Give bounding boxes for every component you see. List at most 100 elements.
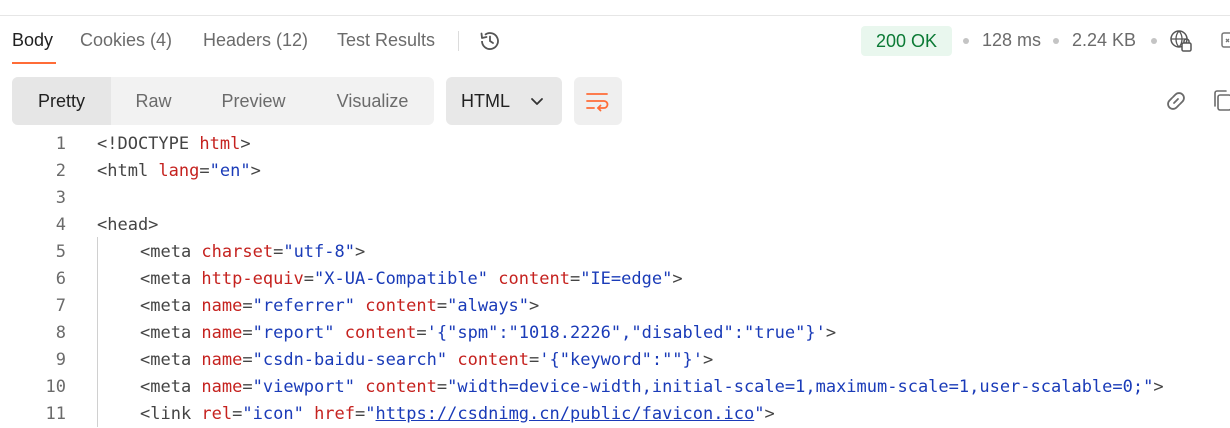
code-token: content bbox=[365, 377, 437, 397]
code-token: <meta bbox=[140, 269, 202, 289]
code-text: <!DOCTYPE html> bbox=[97, 131, 251, 158]
separator-dot bbox=[1053, 38, 1059, 44]
line-number: 7 bbox=[55, 296, 66, 316]
status-badge[interactable]: 200 OK bbox=[861, 26, 952, 56]
code-line: 10 <meta name="viewport" content="width=d… bbox=[0, 374, 1230, 401]
format-select[interactable]: HTML bbox=[446, 77, 562, 125]
view-mode-raw[interactable]: Raw bbox=[111, 77, 196, 125]
code-token: content bbox=[498, 269, 570, 289]
code-token: content bbox=[457, 350, 529, 370]
code-text: <link rel="icon" href="https://csdnimg.c… bbox=[140, 401, 775, 428]
top-divider bbox=[0, 15, 1230, 16]
code-token: <!DOCTYPE bbox=[97, 134, 200, 154]
code-line: 9 <meta name="csdn-baidu-search" content=… bbox=[0, 347, 1230, 374]
line-number: 10 bbox=[45, 377, 66, 397]
code-token: name bbox=[201, 296, 243, 316]
code-token: <meta bbox=[140, 377, 202, 397]
line-number: 4 bbox=[55, 215, 66, 235]
code-token: > bbox=[672, 269, 683, 289]
code-token: "referrer" bbox=[252, 296, 355, 316]
code-text: <meta name="viewport" content="width=dev… bbox=[140, 374, 1164, 401]
code-line: 8 <meta name="report" content='{"spm":"10… bbox=[0, 320, 1230, 347]
code-viewer[interactable]: 1 <!DOCTYPE html> 2 <html lang="en"> 3 4 <head… bbox=[0, 131, 1230, 428]
code-token: > bbox=[250, 161, 261, 181]
code-line: 6 <meta http-equiv="X-UA-Compatible" cont… bbox=[0, 266, 1230, 293]
code-token: = bbox=[436, 296, 448, 316]
code-line: 3 bbox=[0, 185, 1230, 212]
code-token: = bbox=[232, 404, 243, 424]
code-line: 5 <meta charset="utf-8"> bbox=[0, 239, 1230, 266]
code-token: content bbox=[365, 296, 437, 316]
line-number: 8 bbox=[55, 323, 66, 343]
tab-headers[interactable]: Headers (12) bbox=[203, 30, 308, 51]
code-token: = bbox=[242, 377, 253, 397]
code-token: = bbox=[199, 161, 210, 181]
code-line: 4 <head> bbox=[0, 212, 1230, 239]
code-token: = bbox=[569, 269, 581, 289]
code-token: "always" bbox=[447, 296, 530, 316]
response-time[interactable]: 128 ms bbox=[982, 30, 1041, 51]
code-token: = bbox=[355, 404, 366, 424]
code-link[interactable]: https://csdnimg.cn/public/favicon.ico bbox=[376, 404, 755, 424]
separator-dot bbox=[1151, 38, 1157, 44]
code-token: lang bbox=[158, 161, 200, 181]
code-token: rel bbox=[201, 404, 233, 424]
link-icon[interactable] bbox=[1164, 89, 1188, 113]
code-token: '{"spm":"1018.2226","disabled":"true"}' bbox=[426, 323, 826, 343]
code-text: <meta charset="utf-8"> bbox=[140, 239, 365, 266]
code-token: "report" bbox=[252, 323, 335, 343]
line-number: 9 bbox=[55, 350, 66, 370]
globe-lock-icon[interactable] bbox=[1169, 29, 1193, 53]
code-token: href bbox=[314, 404, 356, 424]
code-token: '{"keyword":""}' bbox=[539, 350, 704, 370]
code-token: = bbox=[242, 296, 253, 316]
code-line: 1 <!DOCTYPE html> bbox=[0, 131, 1230, 158]
code-token: <link bbox=[140, 404, 202, 424]
code-token: = bbox=[436, 377, 448, 397]
code-token: <meta bbox=[140, 242, 202, 262]
view-mode-pretty[interactable]: Pretty bbox=[12, 77, 111, 125]
code-text: <html lang="en"> bbox=[97, 158, 261, 185]
code-token: "viewport" bbox=[252, 377, 355, 397]
code-token: <html bbox=[97, 161, 159, 181]
response-size[interactable]: 2.24 KB bbox=[1072, 30, 1136, 51]
line-number: 1 bbox=[55, 134, 66, 154]
separator-dot bbox=[963, 38, 969, 44]
tab-divider bbox=[458, 31, 459, 51]
code-token: " bbox=[754, 404, 765, 424]
code-token: <head> bbox=[97, 215, 159, 235]
code-token: http-equiv bbox=[201, 269, 304, 289]
code-token: = bbox=[416, 323, 427, 343]
code-token: " bbox=[365, 404, 376, 424]
code-token: charset bbox=[201, 242, 274, 262]
wrap-lines-button[interactable] bbox=[574, 77, 622, 125]
code-token: <meta bbox=[140, 323, 202, 343]
code-token: = bbox=[529, 350, 540, 370]
tab-test-results[interactable]: Test Results bbox=[337, 30, 435, 51]
code-line: 7 <meta name="referrer" content="always"> bbox=[0, 293, 1230, 320]
code-line: 11 <link rel="icon" href="https://csdnimg… bbox=[0, 401, 1230, 428]
view-mode-visualize[interactable]: Visualize bbox=[311, 77, 434, 125]
code-text: <meta http-equiv="X-UA-Compatible" conte… bbox=[140, 266, 683, 293]
tab-active-indicator bbox=[12, 62, 56, 64]
code-token: > bbox=[529, 296, 540, 316]
copy-icon[interactable] bbox=[1210, 88, 1230, 114]
history-icon[interactable] bbox=[477, 28, 503, 54]
code-line: 2 <html lang="en"> bbox=[0, 158, 1230, 185]
code-token: <meta bbox=[140, 296, 202, 316]
code-token: html bbox=[199, 134, 241, 154]
code-token: = bbox=[242, 350, 253, 370]
line-number: 11 bbox=[45, 404, 66, 424]
code-token: > bbox=[354, 242, 366, 262]
view-mode-preview[interactable]: Preview bbox=[196, 77, 311, 125]
window-icon[interactable] bbox=[1220, 30, 1230, 50]
code-token: "utf-8" bbox=[283, 242, 355, 262]
code-token: name bbox=[201, 377, 243, 397]
code-token: > bbox=[764, 404, 775, 424]
tab-cookies[interactable]: Cookies (4) bbox=[80, 30, 172, 51]
tab-body[interactable]: Body bbox=[12, 30, 53, 51]
code-text: <meta name="csdn-baidu-search" content='… bbox=[140, 347, 713, 374]
